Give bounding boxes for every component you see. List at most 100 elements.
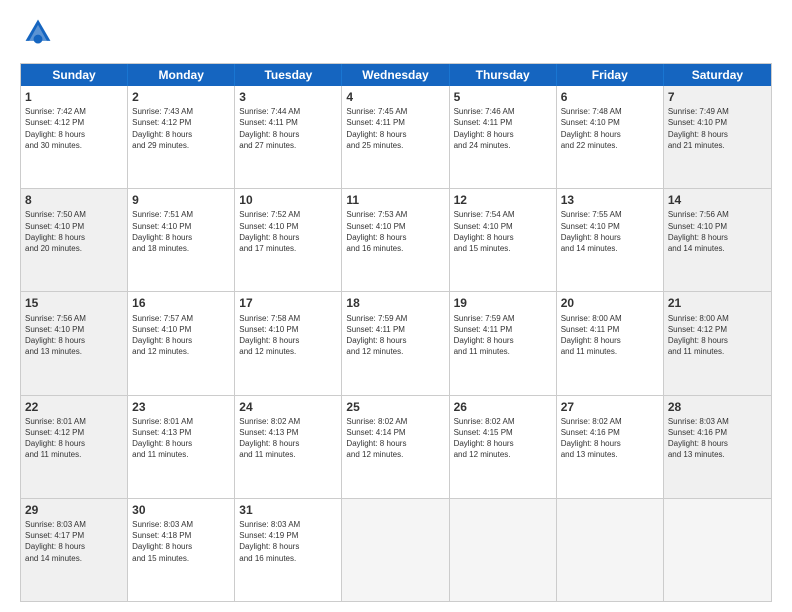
day-number: 8 [25,192,123,208]
calendar-cell-25: 25Sunrise: 8:02 AMSunset: 4:14 PMDayligh… [342,396,449,498]
cell-line: Daylight: 8 hours [346,129,444,140]
cell-line: and 12 minutes. [454,449,552,460]
cell-line: and 15 minutes. [132,553,230,564]
calendar-cell-14: 14Sunrise: 7:56 AMSunset: 4:10 PMDayligh… [664,189,771,291]
cell-line: Sunrise: 7:43 AM [132,106,230,117]
cell-line: Sunset: 4:15 PM [454,427,552,438]
calendar-cell-empty [450,499,557,601]
cell-line: and 11 minutes. [454,346,552,357]
day-number: 27 [561,399,659,415]
cell-line: Sunset: 4:10 PM [668,117,767,128]
cell-line: Daylight: 8 hours [454,335,552,346]
cell-line: Sunrise: 8:02 AM [454,416,552,427]
cell-line: Daylight: 8 hours [346,335,444,346]
cell-line: Daylight: 8 hours [132,232,230,243]
cell-line: and 12 minutes. [239,346,337,357]
calendar-cell-12: 12Sunrise: 7:54 AMSunset: 4:10 PMDayligh… [450,189,557,291]
day-number: 20 [561,295,659,311]
calendar-cell-3: 3Sunrise: 7:44 AMSunset: 4:11 PMDaylight… [235,86,342,188]
calendar-header: SundayMondayTuesdayWednesdayThursdayFrid… [21,64,771,86]
day-number: 4 [346,89,444,105]
cell-line: Sunset: 4:10 PM [25,221,123,232]
cell-line: Daylight: 8 hours [25,438,123,449]
cell-line: Daylight: 8 hours [668,335,767,346]
cell-line: Daylight: 8 hours [132,335,230,346]
calendar-cell-30: 30Sunrise: 8:03 AMSunset: 4:18 PMDayligh… [128,499,235,601]
calendar-cell-4: 4Sunrise: 7:45 AMSunset: 4:11 PMDaylight… [342,86,449,188]
cell-line: Sunrise: 8:02 AM [239,416,337,427]
cell-line: and 27 minutes. [239,140,337,151]
logo-icon [22,16,54,48]
cell-line: Daylight: 8 hours [561,438,659,449]
day-number: 2 [132,89,230,105]
cell-line: Sunset: 4:10 PM [668,221,767,232]
calendar-row-4: 29Sunrise: 8:03 AMSunset: 4:17 PMDayligh… [21,498,771,601]
cell-line: Sunrise: 7:59 AM [454,313,552,324]
weekday-header-monday: Monday [128,64,235,86]
cell-line: and 16 minutes. [346,243,444,254]
calendar-cell-27: 27Sunrise: 8:02 AMSunset: 4:16 PMDayligh… [557,396,664,498]
day-number: 10 [239,192,337,208]
cell-line: Sunset: 4:10 PM [454,221,552,232]
calendar-cell-15: 15Sunrise: 7:56 AMSunset: 4:10 PMDayligh… [21,292,128,394]
cell-line: Sunrise: 7:51 AM [132,209,230,220]
day-number: 22 [25,399,123,415]
cell-line: and 17 minutes. [239,243,337,254]
cell-line: Sunset: 4:11 PM [561,324,659,335]
calendar-body: 1Sunrise: 7:42 AMSunset: 4:12 PMDaylight… [21,86,771,601]
calendar-row-0: 1Sunrise: 7:42 AMSunset: 4:12 PMDaylight… [21,86,771,188]
cell-line: Sunset: 4:10 PM [561,221,659,232]
cell-line: Sunset: 4:10 PM [561,117,659,128]
cell-line: and 13 minutes. [561,449,659,460]
day-number: 7 [668,89,767,105]
cell-line: Sunset: 4:10 PM [132,324,230,335]
cell-line: Sunset: 4:16 PM [668,427,767,438]
cell-line: and 20 minutes. [25,243,123,254]
cell-line: and 12 minutes. [346,346,444,357]
cell-line: Sunrise: 7:56 AM [25,313,123,324]
day-number: 16 [132,295,230,311]
cell-line: Sunrise: 7:59 AM [346,313,444,324]
day-number: 5 [454,89,552,105]
cell-line: Sunrise: 8:03 AM [25,519,123,530]
day-number: 25 [346,399,444,415]
calendar-cell-29: 29Sunrise: 8:03 AMSunset: 4:17 PMDayligh… [21,499,128,601]
calendar: SundayMondayTuesdayWednesdayThursdayFrid… [20,63,772,602]
day-number: 28 [668,399,767,415]
cell-line: Sunrise: 8:00 AM [668,313,767,324]
cell-line: Sunset: 4:12 PM [25,427,123,438]
cell-line: and 11 minutes. [239,449,337,460]
day-number: 17 [239,295,337,311]
cell-line: Daylight: 8 hours [239,541,337,552]
day-number: 21 [668,295,767,311]
cell-line: and 15 minutes. [454,243,552,254]
day-number: 23 [132,399,230,415]
cell-line: and 21 minutes. [668,140,767,151]
calendar-cell-2: 2Sunrise: 7:43 AMSunset: 4:12 PMDaylight… [128,86,235,188]
cell-line: and 24 minutes. [454,140,552,151]
cell-line: Daylight: 8 hours [561,129,659,140]
calendar-cell-18: 18Sunrise: 7:59 AMSunset: 4:11 PMDayligh… [342,292,449,394]
cell-line: Daylight: 8 hours [132,541,230,552]
cell-line: and 11 minutes. [132,449,230,460]
cell-line: Sunrise: 7:50 AM [25,209,123,220]
cell-line: and 12 minutes. [132,346,230,357]
cell-line: Daylight: 8 hours [668,232,767,243]
weekday-header-saturday: Saturday [664,64,771,86]
cell-line: Sunrise: 8:00 AM [561,313,659,324]
cell-line: Daylight: 8 hours [132,438,230,449]
header [20,16,772,53]
calendar-cell-28: 28Sunrise: 8:03 AMSunset: 4:16 PMDayligh… [664,396,771,498]
cell-line: Sunrise: 7:57 AM [132,313,230,324]
cell-line: and 13 minutes. [25,346,123,357]
cell-line: Sunset: 4:13 PM [132,427,230,438]
day-number: 15 [25,295,123,311]
calendar-row-1: 8Sunrise: 7:50 AMSunset: 4:10 PMDaylight… [21,188,771,291]
calendar-cell-empty [557,499,664,601]
cell-line: Daylight: 8 hours [346,232,444,243]
cell-line: Daylight: 8 hours [668,129,767,140]
calendar-cell-11: 11Sunrise: 7:53 AMSunset: 4:10 PMDayligh… [342,189,449,291]
day-number: 12 [454,192,552,208]
cell-line: Daylight: 8 hours [132,129,230,140]
calendar-cell-16: 16 Sunrise: 7:57 AMSunset: 4:10 PMDayligh… [128,292,235,394]
